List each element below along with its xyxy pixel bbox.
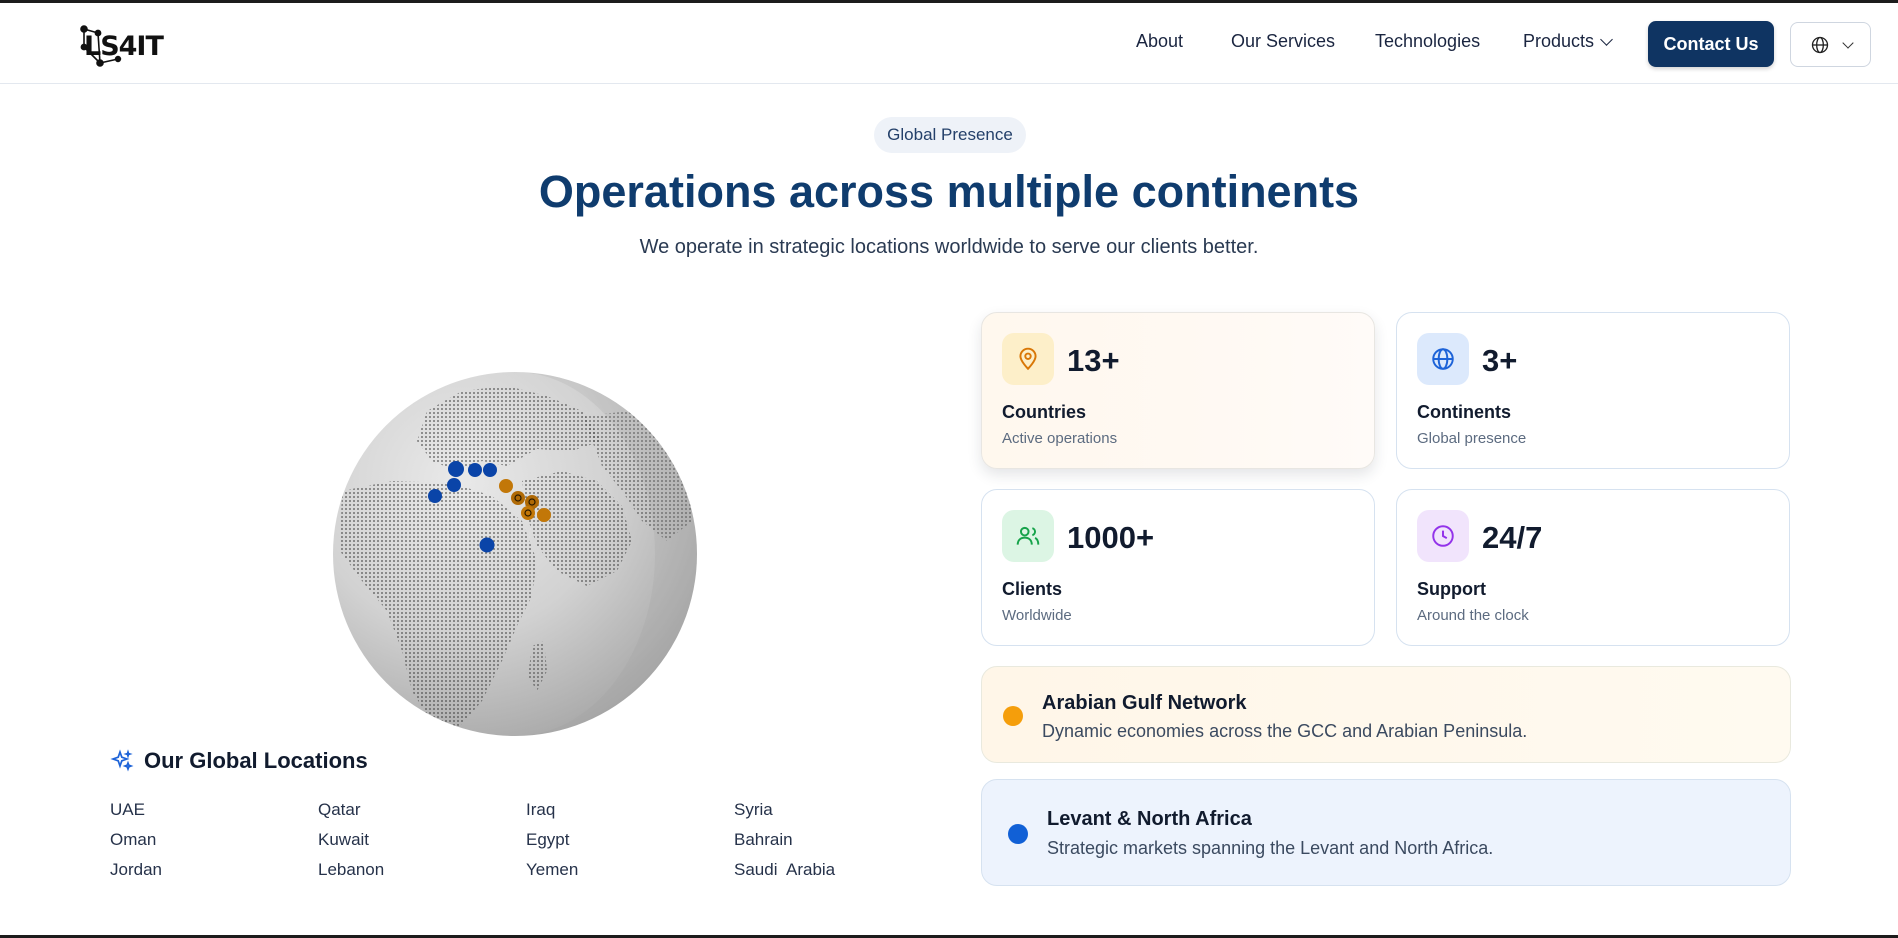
location-item: Jordan (110, 860, 162, 879)
stat-value: 24/7 (1482, 520, 1543, 555)
nav-technologies[interactable]: Technologies (1375, 31, 1480, 52)
location-item: UAE (110, 800, 145, 819)
contact-us-button[interactable]: Contact Us (1648, 21, 1774, 67)
section-badge: Global Presence (874, 117, 1026, 153)
location-item: Qatar (318, 800, 361, 819)
logo[interactable]: LS4IT (78, 23, 164, 71)
nav-our-services[interactable]: Our Services (1231, 31, 1335, 52)
stat-caption: Around the clock (1417, 607, 1529, 624)
region-card-arabian-gulf[interactable]: Arabian Gulf Network Dynamic economies a… (981, 666, 1791, 763)
location-item: Iraq (526, 800, 556, 819)
stat-card-countries[interactable]: 13+ Countries Active operations (981, 312, 1375, 469)
stat-value: 13+ (1067, 343, 1120, 378)
region-marker-dot (1003, 706, 1023, 726)
chevron-down-icon (1841, 36, 1854, 49)
stat-icon-box (1417, 510, 1469, 562)
location-item: Kuwait (318, 830, 370, 849)
location-item: Saudi Arabia (734, 860, 836, 879)
region-description: Strategic markets spanning the Levant an… (1047, 838, 1494, 858)
users-icon (1016, 526, 1040, 545)
location-item: Lebanon (318, 860, 385, 879)
stat-label: Support (1417, 579, 1486, 599)
stat-value: 3+ (1482, 343, 1518, 378)
region-marker-dot (1008, 824, 1028, 844)
location-item: Oman (110, 830, 157, 849)
site-header: LS4IT About Our Services Technologies Pr… (0, 3, 1898, 84)
stat-caption: Global presence (1417, 430, 1527, 447)
nav-products-dropdown[interactable]: Products (1523, 31, 1613, 52)
stat-card-clients[interactable]: 1000+ Clients Worldwide (981, 489, 1375, 646)
location-item: Yemen (526, 860, 579, 879)
interactive-globe[interactable] (332, 371, 698, 737)
section-subtitle: We operate in strategic locations worldw… (639, 236, 1259, 258)
stat-card-support[interactable]: 24/7 Support Around the clock (1396, 489, 1790, 646)
globe-icon (1811, 36, 1828, 53)
sparkles-icon (110, 749, 134, 772)
logo-text: LS4IT (84, 31, 164, 62)
location-item: Egypt (526, 830, 570, 849)
locations-title: Our Global Locations (110, 748, 368, 774)
stat-caption: Worldwide (1002, 607, 1072, 624)
globe-icon (1432, 348, 1454, 370)
stat-icon-box (1002, 510, 1054, 562)
language-selector[interactable] (1790, 22, 1871, 67)
location-item: Bahrain (734, 830, 793, 849)
stat-value: 1000+ (1067, 520, 1155, 555)
stat-card-continents[interactable]: 3+ Continents Global presence (1396, 312, 1790, 469)
region-title: Levant & North Africa (1047, 808, 1252, 830)
nav-about[interactable]: About (1136, 31, 1183, 52)
stat-icon-box (1417, 333, 1469, 385)
region-title: Arabian Gulf Network (1042, 692, 1247, 714)
stat-label: Continents (1417, 402, 1511, 422)
region-description: Dynamic economies across the GCC and Ara… (1042, 721, 1528, 741)
stat-label: Clients (1002, 579, 1063, 599)
nav-products-label: Products (1523, 31, 1595, 51)
locations-title-text: Our Global Locations (144, 748, 368, 773)
locations-list: UAE Qatar Iraq Syria Oman Kuwait Egypt B… (110, 800, 940, 880)
map-pin-icon (1019, 347, 1037, 371)
region-card-levant-north-africa[interactable]: Levant & North Africa Strategic markets … (981, 779, 1791, 886)
section-title: Operations across multiple continents (538, 166, 1360, 217)
location-item: Syria (734, 800, 773, 819)
stat-caption: Active operations (1002, 430, 1118, 447)
stat-label: Countries (1002, 402, 1087, 422)
clock-icon (1432, 525, 1454, 547)
stat-icon-box (1002, 333, 1054, 385)
chevron-down-icon (1600, 33, 1613, 46)
